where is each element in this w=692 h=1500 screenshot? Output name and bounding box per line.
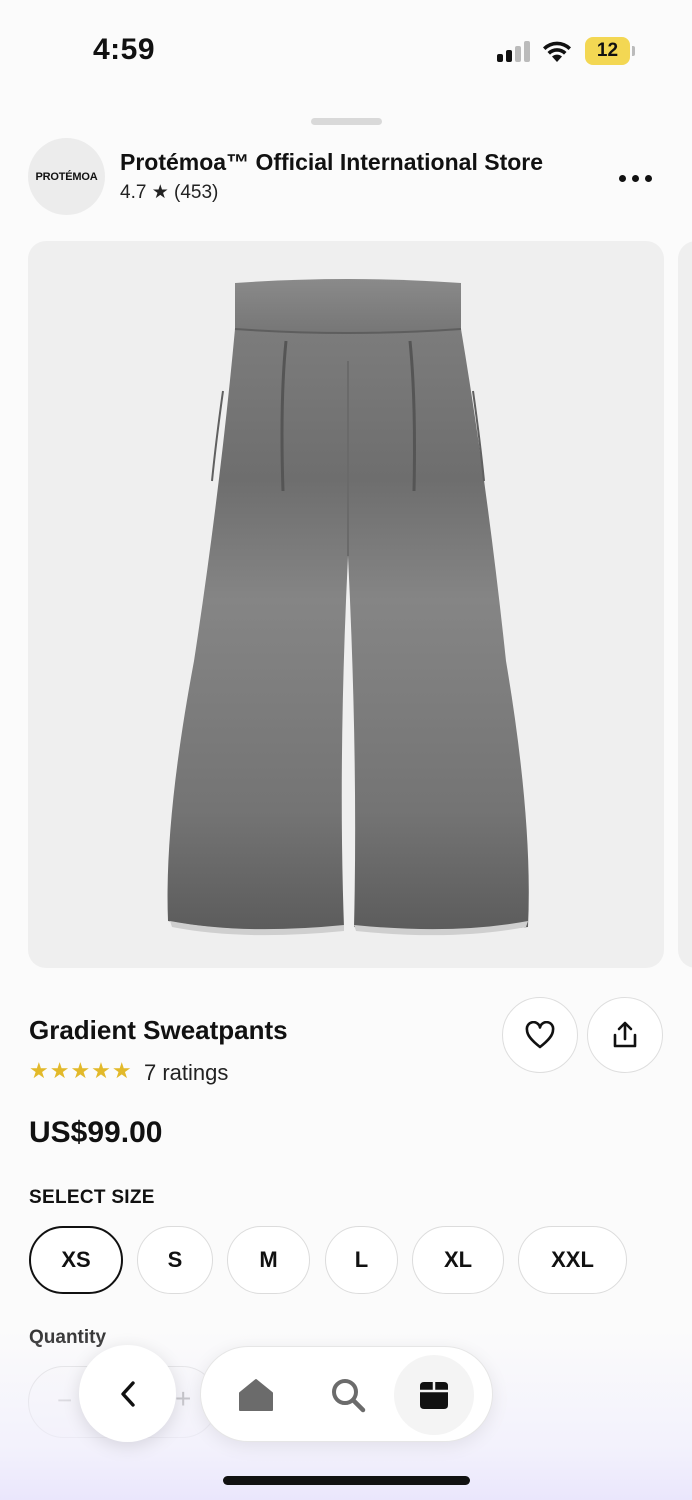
store-header: PROTÉMOA Protémoa™ Official Internationa…	[0, 135, 692, 225]
bag-icon	[420, 1382, 448, 1409]
wifi-icon	[543, 41, 571, 62]
battery-level: 12	[596, 40, 619, 61]
favorite-button[interactable]	[502, 997, 578, 1073]
nav-bag-button[interactable]	[394, 1355, 474, 1435]
sweatpants-image	[167, 279, 529, 936]
store-logo[interactable]: PROTÉMOA	[28, 138, 105, 215]
nav-home-button[interactable]	[216, 1355, 296, 1435]
share-icon	[613, 1021, 637, 1048]
size-option-xl[interactable]: XL	[412, 1226, 504, 1294]
nav-search-button[interactable]	[308, 1355, 388, 1435]
product-title: Gradient Sweatpants	[29, 1015, 288, 1045]
chevron-left-icon	[120, 1380, 135, 1407]
store-name[interactable]: Protémoa™ Official International Store	[120, 149, 543, 176]
size-option-xxl[interactable]: XXL	[518, 1226, 627, 1294]
rating-stars[interactable]: ★★★★★	[29, 1058, 133, 1084]
next-image-peek[interactable]	[678, 241, 692, 968]
bottom-nav	[200, 1346, 493, 1442]
status-bar: 4:59 12	[0, 0, 692, 100]
product-price: US$99.00	[29, 1116, 163, 1149]
home-icon	[239, 1379, 273, 1411]
store-rating: 4.7 ★ (453)	[120, 182, 219, 203]
size-option-m[interactable]: M	[227, 1226, 310, 1294]
quantity-decrease-button[interactable]: −	[57, 1385, 72, 1416]
sheet-grabber[interactable]	[311, 118, 382, 125]
size-option-s[interactable]: S	[137, 1226, 213, 1294]
size-option-l[interactable]: L	[325, 1226, 398, 1294]
quantity-label: Quantity	[29, 1327, 107, 1348]
select-size-label: SELECT SIZE	[29, 1187, 155, 1208]
more-options-button[interactable]	[610, 163, 660, 193]
size-option-xs[interactable]: XS	[29, 1226, 123, 1294]
more-dots-icon	[618, 174, 652, 182]
battery-icon: 12	[585, 37, 635, 65]
product-image[interactable]	[28, 241, 664, 968]
home-indicator[interactable]	[223, 1476, 470, 1485]
heart-icon	[525, 1021, 555, 1049]
search-icon	[332, 1379, 366, 1413]
store-logo-text: PROTÉMOA	[35, 170, 98, 183]
share-button[interactable]	[587, 997, 663, 1073]
cellular-signal-icon	[497, 40, 533, 62]
status-time: 4:59	[93, 33, 156, 66]
quantity-increase-button[interactable]: +	[175, 1383, 191, 1415]
ratings-count[interactable]: 7 ratings	[144, 1060, 228, 1086]
back-button[interactable]	[79, 1345, 176, 1442]
